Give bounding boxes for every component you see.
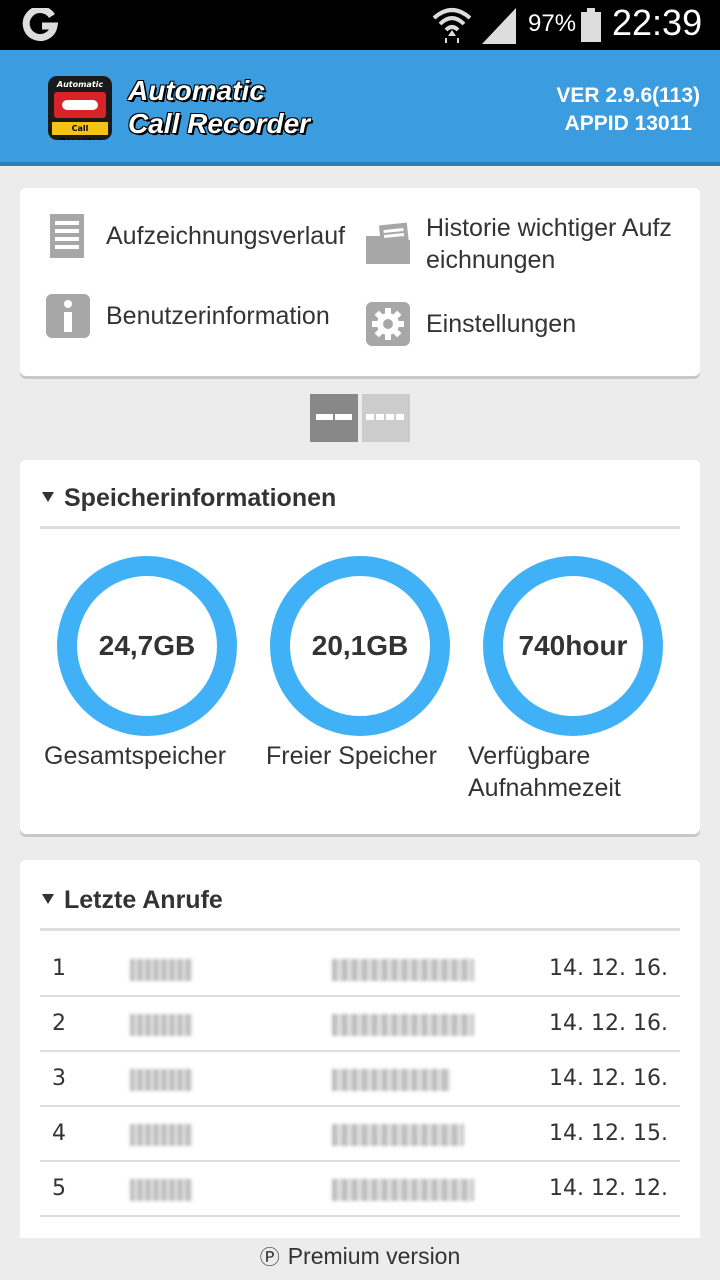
call-index: 4 (52, 1121, 66, 1146)
blurred-contact-name (130, 1179, 192, 1201)
free-storage-gauge: 20,1GB (270, 556, 450, 736)
view-toggle (310, 394, 410, 442)
collapse-triangle-icon (42, 894, 54, 905)
gauge-value: 24,7GB (98, 630, 196, 661)
premium-label: Premium version (287, 1243, 461, 1269)
recent-calls-section-header[interactable]: Letzte Anrufe (42, 886, 223, 915)
table-row[interactable]: 5 14. 12. 12. (40, 1162, 680, 1217)
storage-info-card: Speicherinformationen 24,7GB 20,1GB 740h… (20, 460, 700, 834)
blurred-phone-number (332, 1069, 450, 1091)
recent-calls-title: Letzte Anrufe (64, 886, 223, 914)
clock: 22:39 (612, 2, 703, 43)
call-index: 5 (52, 1176, 66, 1201)
premium-icon: Ⓟ (259, 1247, 280, 1269)
call-index: 2 (52, 1011, 66, 1036)
call-date: 14. 12. 16. (549, 1066, 668, 1091)
menu-item-user-info[interactable]: Benutzerinformation (44, 292, 366, 340)
app-title: Automatic Call Recorder (128, 74, 310, 140)
collapse-triangle-icon (42, 492, 54, 503)
four-column-view-icon[interactable] (362, 394, 410, 442)
call-date: 14. 12. 16. (549, 1011, 668, 1036)
logo-top-text: Automatic (56, 80, 104, 89)
menu-item-label: Historie wichtiger Aufzeichnungen (426, 214, 672, 274)
menu-card: Aufzeichnungsverlauf Historie wichtiger … (20, 188, 700, 376)
gauge-label: Gesamtspeicher (44, 742, 227, 770)
appid-label: APPID 13011 (564, 112, 692, 135)
table-row[interactable]: 3 14. 12. 16. (40, 1052, 680, 1107)
blurred-phone-number (332, 1124, 464, 1146)
blurred-contact-name (130, 1124, 192, 1146)
version-info: VER 2.9.6(113) APPID 13011 (556, 82, 700, 138)
call-date: 14. 12. 12. (549, 1176, 668, 1201)
blurred-phone-number (332, 1014, 474, 1036)
call-index: 1 (52, 956, 66, 981)
gauge-value: 20,1GB (311, 630, 409, 661)
version-label: VER 2.9.6(113) (556, 84, 700, 107)
cellular-signal-icon (482, 8, 516, 44)
menu-item-label: Benutzerinformation (106, 302, 330, 330)
gear-icon (366, 302, 410, 346)
app-title-line1: Automatic (128, 75, 265, 106)
menu-item-recording-history[interactable]: Aufzeichnungsverlauf (44, 212, 366, 260)
document-list-icon (50, 214, 84, 258)
two-column-view-icon[interactable] (310, 394, 358, 442)
recording-time-gauge: 740hour (483, 556, 663, 736)
info-icon (46, 294, 90, 338)
menu-item-important-history[interactable]: Historie wichtiger Aufzeichnungen (364, 212, 684, 276)
blurred-contact-name (130, 1014, 192, 1036)
divider (40, 526, 680, 529)
blurred-contact-name (130, 959, 192, 981)
app-logo: Automatic Call Recorder (48, 76, 112, 140)
table-row[interactable]: 2 14. 12. 16. (40, 997, 680, 1052)
menu-item-label: Aufzeichnungsverlauf (106, 222, 346, 250)
logo-bottom-text: Call Recorder (52, 122, 108, 140)
cassette-icon (54, 92, 106, 118)
menu-item-settings[interactable]: Einstellungen (364, 300, 684, 348)
status-bar: 97% 22:39 (0, 0, 720, 50)
battery-icon (581, 8, 601, 42)
wifi-icon (432, 8, 472, 43)
divider (40, 928, 680, 931)
premium-version-link[interactable]: Ⓟ Premium version (0, 1238, 720, 1280)
storage-section-header[interactable]: Speicherinformationen (42, 484, 336, 513)
gauge-label: Freier Speicher (266, 742, 437, 770)
gauge-value: 740hour (518, 630, 628, 661)
call-date: 14. 12. 15. (549, 1121, 668, 1146)
table-row[interactable]: 1 14. 12. 16. (40, 942, 680, 997)
folder-icon (366, 222, 410, 264)
table-row[interactable]: 4 14. 12. 15. (40, 1107, 680, 1162)
battery-percent: 97% (528, 10, 577, 37)
storage-title: Speicherinformationen (64, 484, 337, 512)
blurred-contact-name (130, 1069, 192, 1091)
total-storage-gauge: 24,7GB (57, 556, 237, 736)
call-index: 3 (52, 1066, 66, 1091)
blurred-phone-number (332, 1179, 474, 1201)
blurred-phone-number (332, 959, 474, 981)
gauge-label: Verfügbare Aufnahmezeit (468, 742, 621, 802)
call-date: 14. 12. 16. (549, 956, 668, 981)
app-title-line2: Call Recorder (128, 108, 311, 139)
app-header: Automatic Call Recorder Automatic Call R… (0, 50, 720, 166)
menu-item-label: Einstellungen (426, 310, 577, 338)
carrier-logo-icon (22, 8, 58, 42)
recent-calls-card: Letzte Anrufe 1 14. 12. 16. 2 14. 12. 16… (20, 860, 700, 1280)
